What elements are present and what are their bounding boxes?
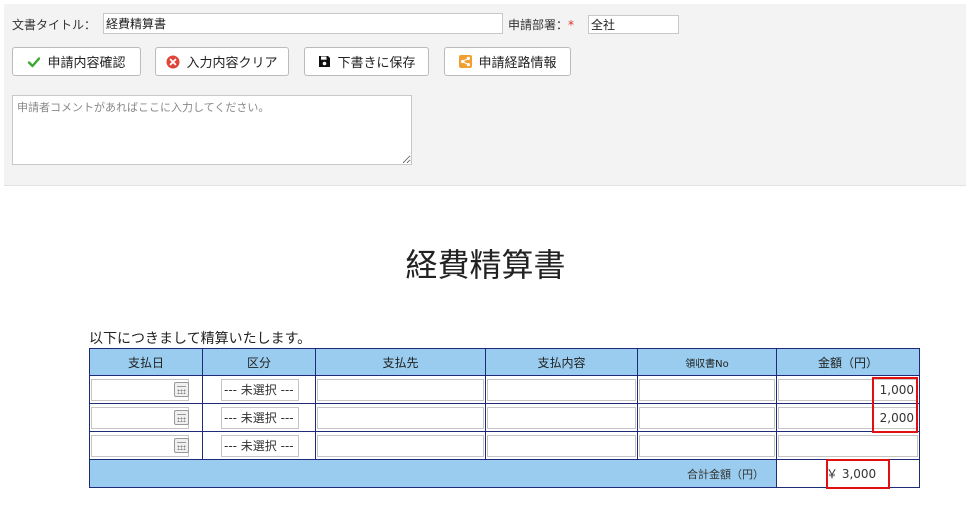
dept-input[interactable] bbox=[588, 15, 679, 34]
calendar-icon[interactable] bbox=[174, 410, 189, 425]
confirm-button-label: 申請内容確認 bbox=[47, 56, 126, 71]
amount-input[interactable] bbox=[778, 378, 918, 401]
receipt-no-input[interactable] bbox=[639, 434, 775, 457]
document-heading: 経費精算書 bbox=[405, 246, 566, 284]
save-disk-icon bbox=[317, 55, 331, 69]
receipt-no-input[interactable] bbox=[639, 406, 775, 429]
confirm-button[interactable]: 申請内容確認 bbox=[12, 47, 141, 76]
required-mark: * bbox=[568, 18, 575, 32]
expense-table: 支払日 区分 支払先 支払内容 領収書No 金額（円） --- 未選択 --- … bbox=[89, 348, 920, 488]
intro-text: 以下につきまして精算いたします。 bbox=[89, 331, 312, 347]
calendar-icon[interactable] bbox=[174, 438, 189, 453]
form-panel: 文書タイトル： 申請部署：* 申請内容確認 入力内容クリア 下書きに保存 申請経… bbox=[4, 4, 966, 186]
category-select[interactable]: --- 未選択 --- bbox=[221, 406, 299, 429]
save-draft-button-label: 下書きに保存 bbox=[337, 56, 416, 71]
header-payee: 支払先 bbox=[315, 348, 486, 376]
title-input[interactable] bbox=[103, 13, 503, 34]
description-input[interactable] bbox=[487, 378, 636, 401]
comment-textarea[interactable] bbox=[12, 95, 412, 165]
amount-input[interactable] bbox=[778, 406, 918, 429]
route-info-button-label: 申請経路情報 bbox=[478, 56, 557, 71]
share-icon bbox=[458, 55, 472, 69]
payee-input[interactable] bbox=[317, 406, 484, 429]
save-draft-button[interactable]: 下書きに保存 bbox=[304, 47, 429, 76]
description-input[interactable] bbox=[487, 406, 636, 429]
total-row: 合計金額（円） ￥ 3,000 bbox=[89, 459, 920, 488]
receipt-no-input[interactable] bbox=[639, 378, 775, 401]
table-row: --- 未選択 --- bbox=[89, 375, 920, 404]
total-label: 合計金額（円） bbox=[89, 459, 777, 488]
header-category: 区分 bbox=[202, 348, 316, 376]
dept-label: 申請部署：* bbox=[508, 18, 575, 32]
check-icon bbox=[27, 55, 41, 69]
table-header-row: 支払日 区分 支払先 支払内容 領収書No 金額（円） bbox=[89, 348, 920, 376]
title-label: 文書タイトル： bbox=[12, 18, 97, 32]
category-select[interactable]: --- 未選択 --- bbox=[221, 378, 299, 401]
table-row: --- 未選択 --- bbox=[89, 431, 920, 460]
header-payment-date: 支払日 bbox=[89, 348, 203, 376]
clear-button-label: 入力内容クリア bbox=[186, 56, 278, 71]
clear-circle-icon bbox=[166, 55, 180, 69]
payee-input[interactable] bbox=[317, 378, 484, 401]
table-row: --- 未選択 --- bbox=[89, 403, 920, 432]
calendar-icon[interactable] bbox=[174, 382, 189, 397]
header-amount: 金額（円） bbox=[776, 348, 920, 376]
description-input[interactable] bbox=[487, 434, 636, 457]
header-receipt-no: 領収書No bbox=[637, 348, 777, 376]
total-value: ￥ 3,000 bbox=[826, 467, 877, 481]
category-select[interactable]: --- 未選択 --- bbox=[221, 434, 299, 457]
route-info-button[interactable]: 申請経路情報 bbox=[444, 47, 571, 76]
clear-button[interactable]: 入力内容クリア bbox=[155, 47, 289, 76]
amount-input[interactable] bbox=[778, 434, 918, 457]
payee-input[interactable] bbox=[317, 434, 484, 457]
header-description: 支払内容 bbox=[485, 348, 638, 376]
